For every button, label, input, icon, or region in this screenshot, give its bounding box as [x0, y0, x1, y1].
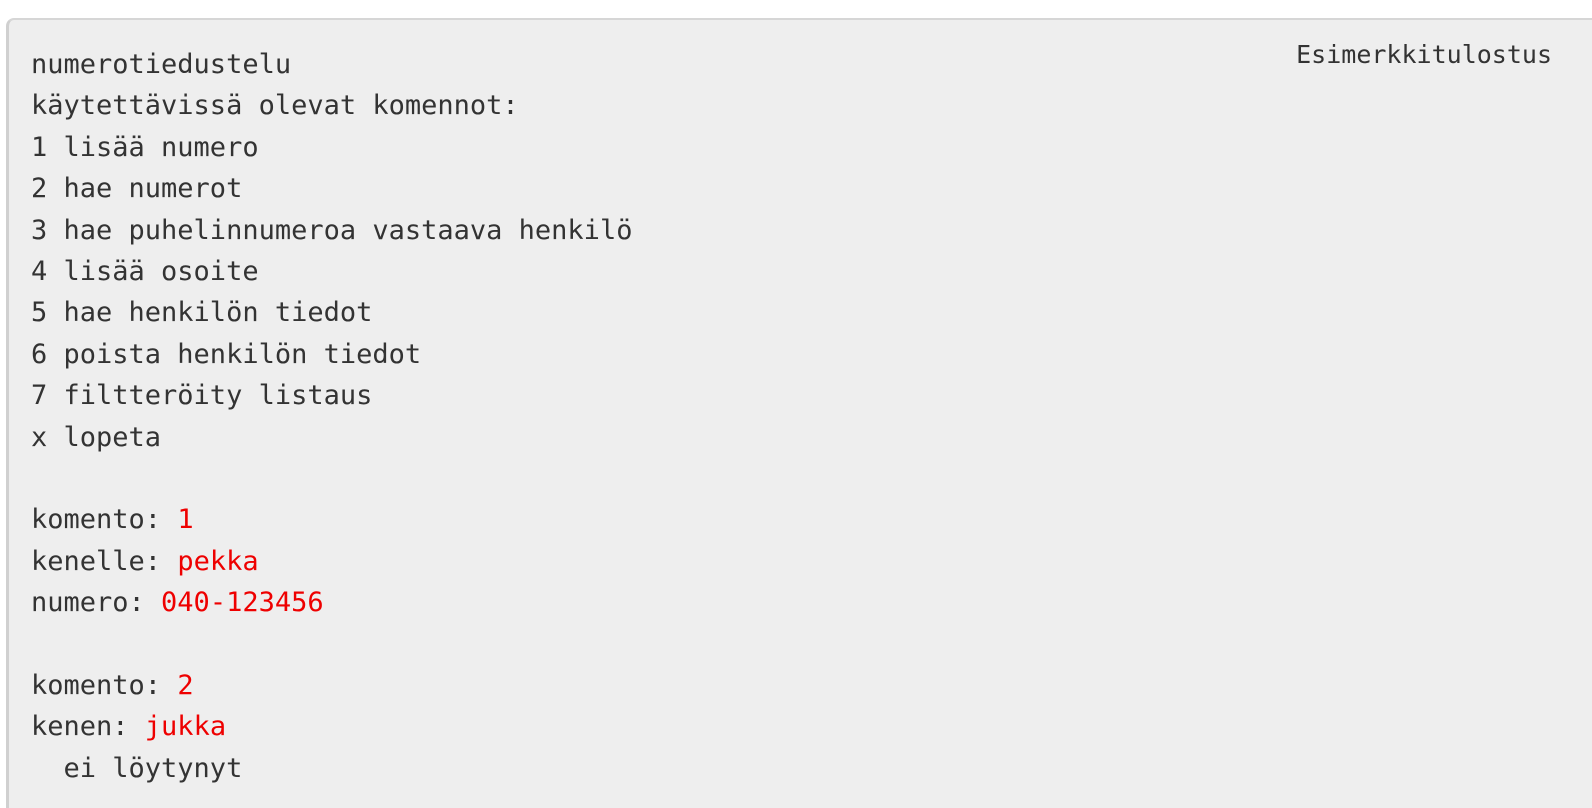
line-prompt: 6 poista henkilön tiedot [31, 338, 422, 370]
sample-output-caption: Esimerkkitulostus [1296, 40, 1552, 69]
output-line: 2 hae numerot [31, 168, 632, 209]
output-line: numero: 040-123456 [31, 582, 632, 623]
output-line: 7 filtteröity listaus [31, 375, 632, 416]
line-prompt: 2 hae numerot [31, 173, 243, 205]
line-input: pekka [177, 545, 259, 577]
output-line: kenen: jukka [31, 706, 632, 747]
output-line: komento: 2 [31, 665, 632, 706]
output-line: numerotiedustelu [31, 44, 632, 85]
output-line: 1 lisää numero [31, 127, 632, 168]
line-prompt: kenen: [31, 711, 145, 743]
line-prompt: 1 lisää numero [31, 131, 259, 163]
line-prompt: kenelle: [31, 545, 178, 577]
line-prompt: 7 filtteröity listaus [31, 380, 373, 412]
line-input: 040-123456 [161, 587, 324, 619]
output-line: ei löytynyt [31, 748, 632, 789]
line-prompt: numero: [31, 587, 162, 619]
line-prompt: x lopeta [31, 421, 162, 453]
line-prompt: käytettävissä olevat komennot: [31, 90, 519, 122]
sample-output-box: Esimerkkitulostus numerotiedustelu käytet… [6, 18, 1592, 808]
output-line: 3 hae puhelinnumeroa vastaava henkilö [31, 210, 632, 251]
output-line: 4 lisää osoite [31, 251, 632, 292]
line-prompt: 5 hae henkilön tiedot [31, 297, 373, 329]
output-line: x lopeta [31, 417, 632, 458]
output-line: komento: 1 [31, 499, 632, 540]
line-prompt: 4 lisää osoite [31, 255, 259, 287]
line-prompt: ei löytynyt [31, 752, 243, 784]
line-input: 1 [177, 504, 194, 536]
line-prompt: 3 hae puhelinnumeroa vastaava henkilö [31, 214, 633, 246]
line-prompt: numerotiedustelu [31, 49, 292, 80]
output-line: kenelle: pekka [31, 541, 632, 582]
output-line: 6 poista henkilön tiedot [31, 334, 632, 375]
output-line: käytettävissä olevat komennot: [31, 85, 632, 126]
output-line: 5 hae henkilön tiedot [31, 292, 632, 333]
line-input: 2 [177, 669, 194, 701]
console-output: numerotiedustelu käytettävissä olevat kom… [31, 44, 632, 789]
line-input: jukka [144, 711, 227, 743]
line-prompt: komento: [31, 669, 178, 701]
line-prompt: komento: [31, 504, 178, 536]
